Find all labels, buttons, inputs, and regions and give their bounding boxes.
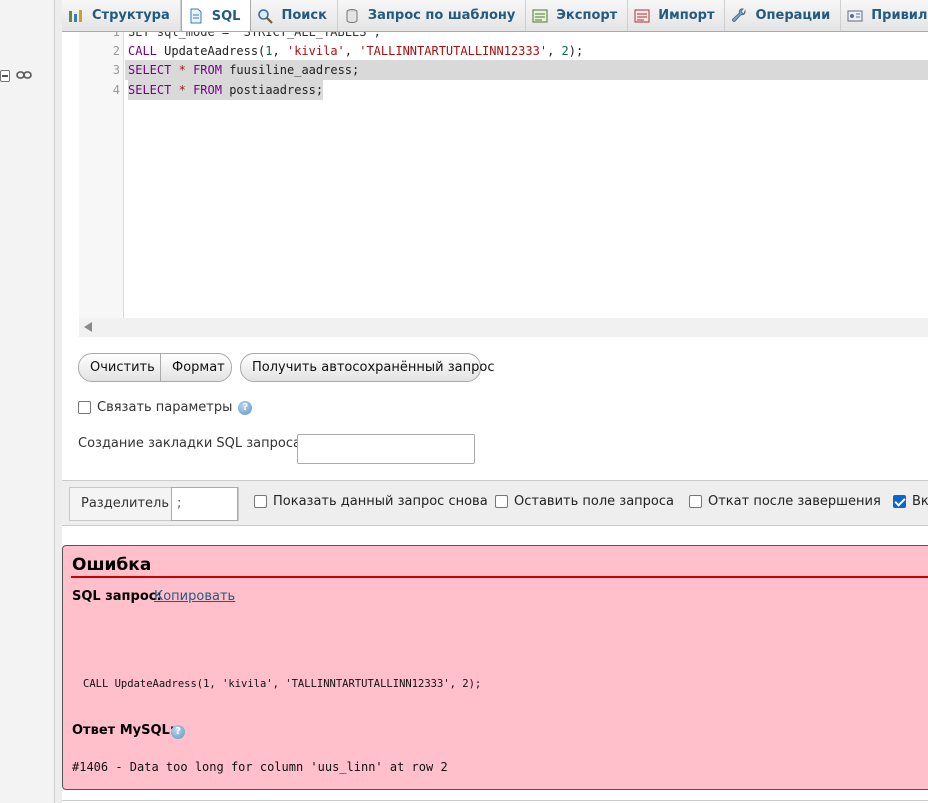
bind-parameters-checkbox[interactable]: [78, 401, 91, 414]
link-icon[interactable]: [15, 66, 33, 84]
line-number: 4: [112, 83, 120, 97]
code-line[interactable]: 4 SELECT * FROM postiaadress;: [79, 80, 928, 100]
rollback-option: Откат после завершения: [689, 494, 881, 509]
code-text: SELECT * FROM fuusiline_aadress;: [128, 63, 360, 77]
error-query-text: CALL UpdateAadress(1, 'kivila', 'TALLINN…: [83, 678, 482, 690]
delimiter-label: Разделитель: [81, 496, 170, 511]
tab-operations[interactable]: Операции: [725, 0, 842, 31]
tab-search[interactable]: Поиск: [251, 0, 338, 31]
tab-sql[interactable]: SQL: [180, 0, 252, 31]
mysql-error-message: #1406 - Data too long for column 'uus_li…: [72, 760, 448, 774]
foreign-key-checks-checkbox[interactable]: [893, 495, 906, 508]
line-number: 3: [112, 63, 120, 77]
tab-label: Привилегии: [871, 8, 928, 23]
format-button[interactable]: Формат: [160, 353, 232, 382]
retain-query-box-checkbox[interactable]: [495, 495, 508, 508]
option-label[interactable]: Показать данный запрос снова: [273, 494, 488, 509]
copy-link[interactable]: Копировать: [154, 589, 235, 604]
sql-query-editor[interactable]: 1 SET sql_mode = 'STRICT_ALL_TABLES'; 2 …: [79, 32, 928, 337]
mysql-response-label: Ответ MySQL:: [72, 723, 175, 738]
line-number: 2: [112, 44, 120, 58]
rollback-checkbox[interactable]: [689, 495, 702, 508]
export-icon: [532, 9, 548, 22]
foreign-key-checks-option: Вк: [893, 494, 928, 509]
structure-icon: [69, 9, 82, 22]
clear-button[interactable]: Очистить: [78, 353, 161, 382]
error-divider: [71, 576, 928, 578]
query-icon: [346, 8, 358, 23]
tab-label: Запрос по шаблону: [367, 8, 516, 23]
panel-divider[interactable]: [55, 0, 62, 803]
collapse-icon[interactable]: [0, 70, 10, 82]
code-line[interactable]: 3 SELECT * FROM fuusiline_aadress;: [79, 60, 928, 80]
tab-label: SQL: [211, 8, 241, 24]
tab-label: Экспорт: [556, 8, 618, 23]
horizontal-scrollbar[interactable]: [79, 318, 928, 337]
tab-label: Операции: [755, 8, 831, 23]
sql-query-label: SQL запрос:: [72, 589, 162, 604]
sql-icon: [190, 8, 202, 24]
bookmark-label: Создание закладки SQL запроса:: [78, 436, 306, 451]
bind-parameters-label[interactable]: Связать параметры: [97, 400, 232, 415]
tab-query[interactable]: Запрос по шаблону: [338, 0, 527, 31]
navigation-panel: [0, 0, 55, 803]
search-icon: [258, 8, 274, 24]
show-query-again-checkbox[interactable]: [254, 495, 267, 508]
code-text: CALL UpdateAadress(1, 'kivila', 'TALLINN…: [128, 44, 584, 58]
scroll-left-icon[interactable]: [84, 322, 92, 332]
tab-privileges[interactable]: Привилегии: [841, 0, 928, 31]
tab-label: Импорт: [658, 8, 715, 23]
help-icon[interactable]: ?: [238, 400, 253, 415]
show-query-again-option: Показать данный запрос снова: [254, 494, 488, 509]
retain-query-box-option: Оставить поле запроса: [495, 494, 674, 509]
bind-parameters-option: Связать параметры?: [78, 400, 253, 415]
tab-structure[interactable]: Структура: [62, 0, 181, 31]
bookmark-input[interactable]: [297, 434, 475, 464]
import-icon: [634, 9, 650, 22]
tab-label: Структура: [92, 8, 170, 23]
operations-icon: [732, 7, 747, 22]
option-label[interactable]: Откат после завершения: [708, 494, 881, 509]
privileges-icon: [847, 10, 863, 21]
code-text: SELECT * FROM postiaadress;: [128, 80, 324, 100]
option-label[interactable]: Вк: [912, 494, 928, 509]
option-label[interactable]: Оставить поле запроса: [514, 494, 674, 509]
tab-import[interactable]: Импорт: [628, 0, 726, 31]
tab-export[interactable]: Экспорт: [526, 0, 629, 31]
get-autosaved-query-button[interactable]: Получить автосохранённый запрос: [240, 353, 494, 382]
tab-label: Поиск: [281, 8, 327, 23]
help-icon[interactable]: ?: [171, 725, 185, 739]
top-menu-tabs: Структура SQL Поиск Запрос по шаблону Эк…: [62, 0, 928, 32]
error-title: Ошибка: [72, 555, 152, 575]
delimiter-input[interactable]: ;: [171, 487, 238, 521]
code-line[interactable]: 2 CALL UpdateAadress(1, 'kivila', 'TALLI…: [79, 41, 928, 61]
error-message-box: [62, 545, 928, 790]
